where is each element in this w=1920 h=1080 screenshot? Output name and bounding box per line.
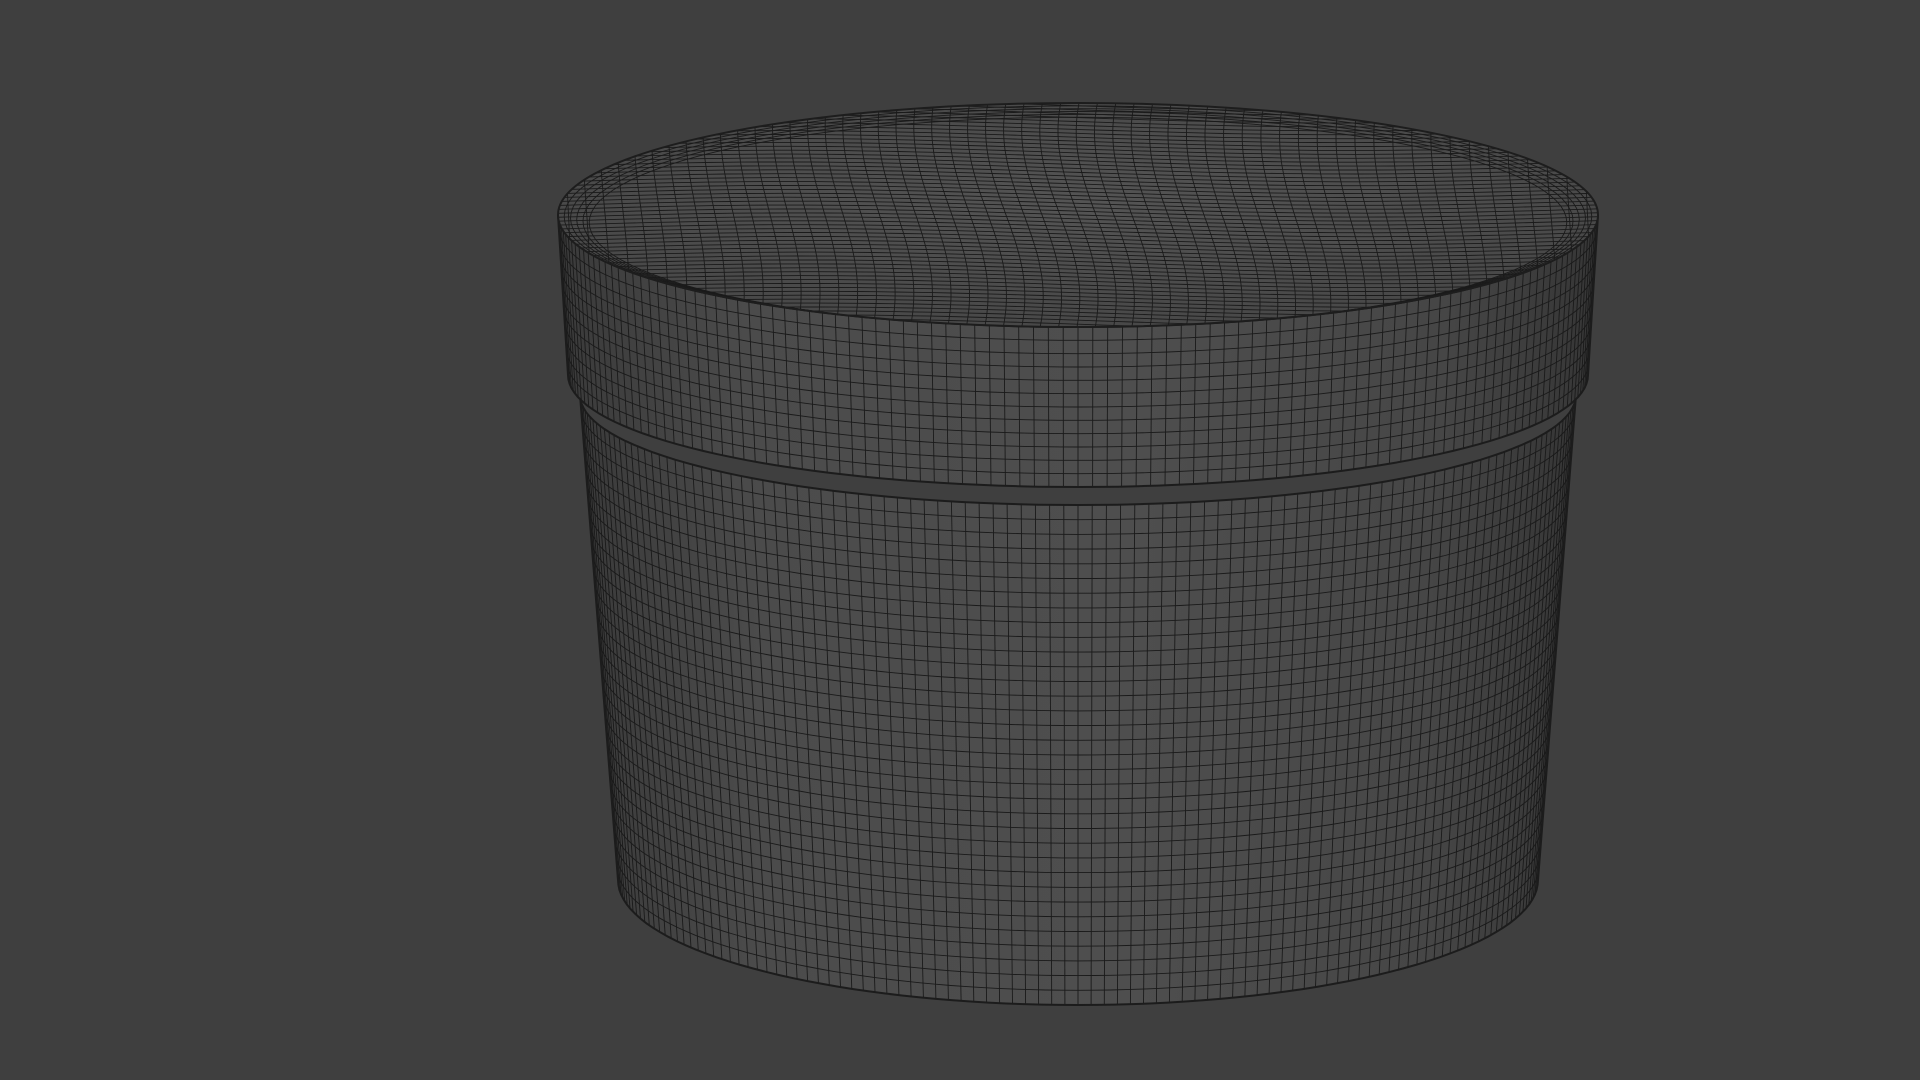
3d-viewport[interactable] bbox=[0, 0, 1920, 1080]
wireframe-jar-icon bbox=[549, 96, 1608, 1007]
top-gridline bbox=[549, 96, 552, 331]
top-gridline bbox=[558, 103, 1598, 104]
top-gridline bbox=[1605, 99, 1608, 334]
